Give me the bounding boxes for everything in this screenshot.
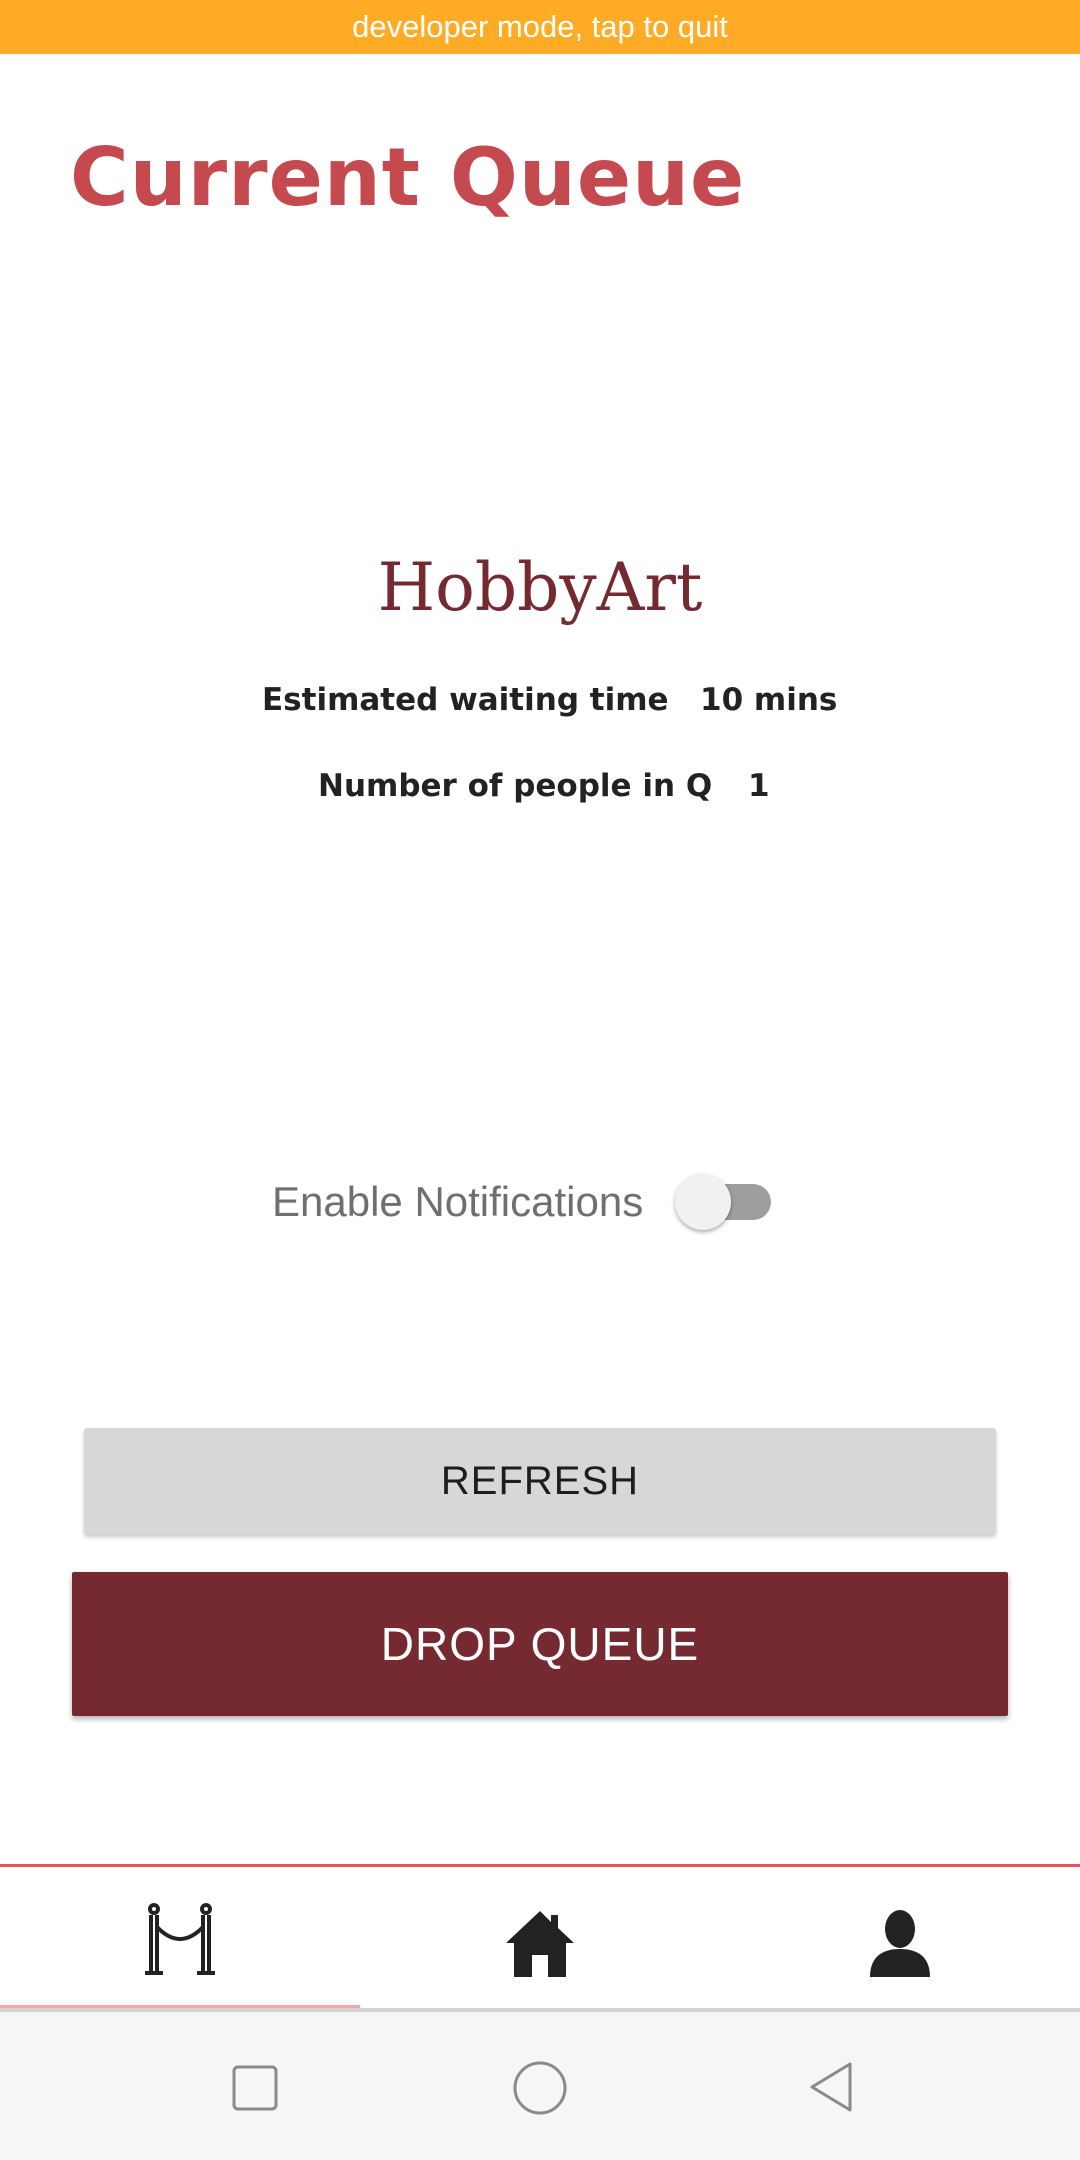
people-count-value: 1: [748, 768, 770, 804]
back-triangle-icon[interactable]: [806, 2060, 856, 2114]
nav-item-queue[interactable]: [0, 1867, 360, 2012]
developer-mode-text: developer mode, tap to quit: [352, 9, 728, 44]
people-count-label: Number of people in Q: [318, 768, 713, 804]
venue-name: HobbyArt: [377, 549, 703, 626]
waiting-time-label: Estimated waiting time: [262, 682, 669, 718]
system-navigation-bar: [0, 2012, 1080, 2160]
toggle-thumb: [675, 1174, 731, 1230]
refresh-button[interactable]: REFRESH: [84, 1428, 996, 1534]
drop-queue-button[interactable]: DROP QUEUE: [72, 1572, 1008, 1716]
page-title: Current Queue: [70, 131, 746, 224]
nav-item-home[interactable]: [360, 1867, 720, 2011]
waiting-time-value: 10 mins: [700, 682, 838, 718]
notifications-label: Enable Notifications: [272, 1178, 644, 1225]
app-screen: developer mode, tap to quit Current Queu…: [0, 0, 1080, 2160]
notifications-toggle[interactable]: [675, 1170, 775, 1232]
recents-square-icon[interactable]: [231, 2064, 279, 2112]
nav-item-profile[interactable]: [720, 1867, 1080, 2011]
developer-mode-banner[interactable]: developer mode, tap to quit: [0, 0, 1080, 54]
bottom-navigation: [0, 1864, 1080, 2015]
queue-stanchion-icon: [145, 1903, 215, 1975]
profile-icon: [870, 1910, 930, 1977]
home-icon: [506, 1911, 574, 1977]
home-circle-icon[interactable]: [512, 2060, 568, 2116]
